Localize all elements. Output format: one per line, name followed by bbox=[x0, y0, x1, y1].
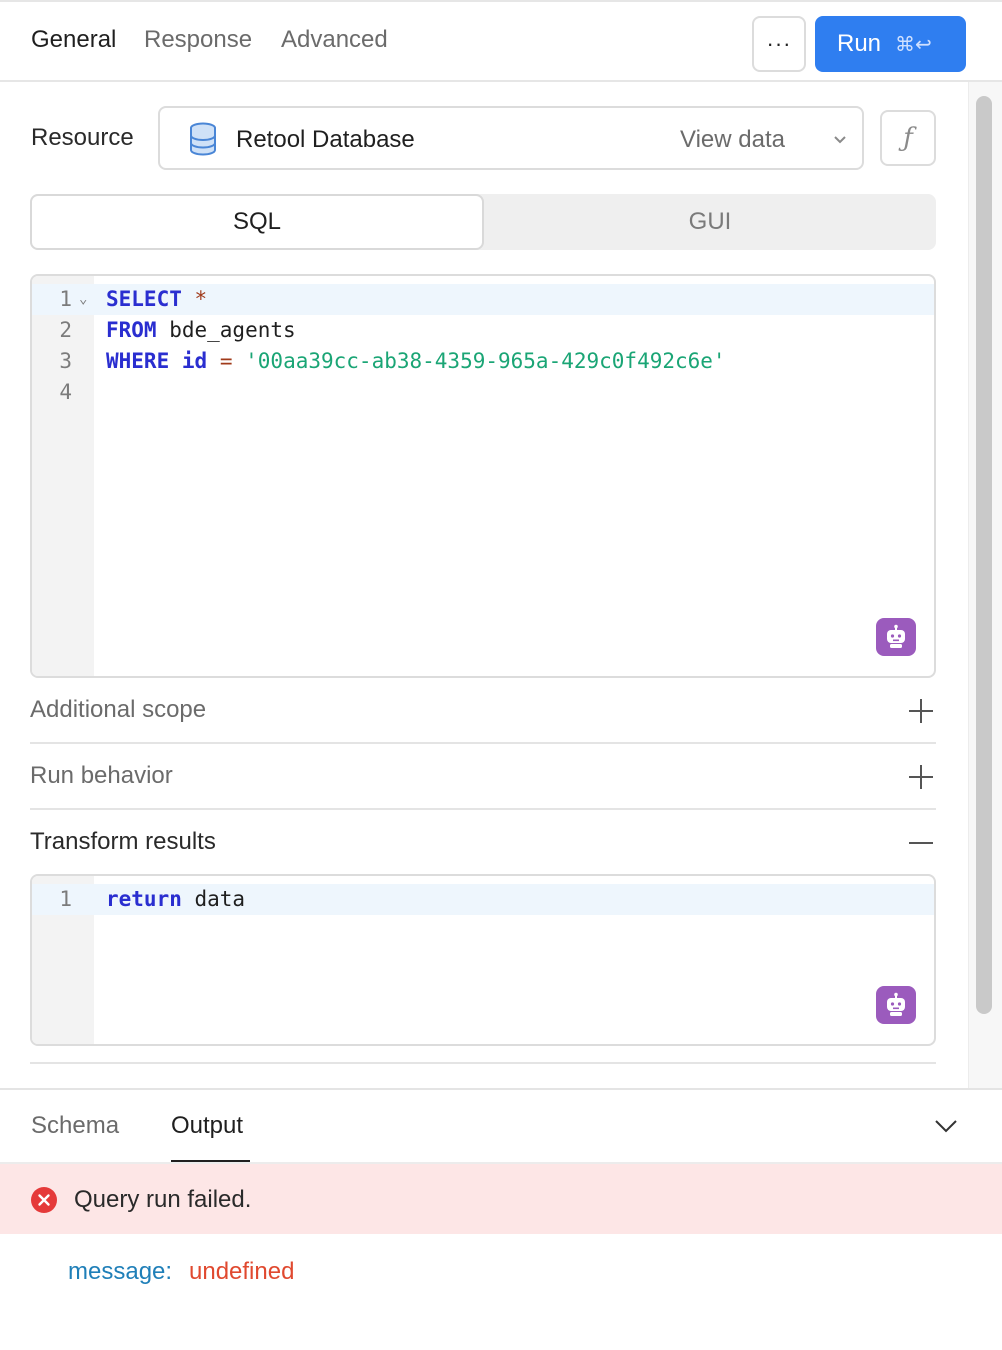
tab-output[interactable]: Output bbox=[171, 1112, 243, 1140]
code-token: * bbox=[194, 287, 208, 311]
code-token: id bbox=[181, 349, 208, 373]
line-number: 4 bbox=[59, 380, 72, 404]
error-message: Query run failed. bbox=[74, 1186, 252, 1213]
robot-icon bbox=[887, 992, 905, 1016]
code-text: WHERE id = '00aa39cc-ab38-4359-965a-429c… bbox=[106, 346, 726, 377]
run-shortcut-icon: ⌘↩ bbox=[895, 32, 932, 56]
resource-name: Retool Database bbox=[236, 126, 415, 153]
scrollbar-thumb[interactable] bbox=[976, 96, 992, 1014]
query-editor-header: General Response Advanced ··· Run ⌘↩ bbox=[0, 0, 1002, 82]
code-text: return data bbox=[106, 884, 245, 915]
mode-gui-button[interactable]: GUI bbox=[484, 194, 936, 250]
ai-assist-icon[interactable] bbox=[876, 618, 916, 656]
function-icon: ƒ bbox=[903, 123, 913, 153]
line-number: 3 bbox=[59, 349, 72, 373]
code-line: 3 WHERE id = '00aa39cc-ab38-4359-965a-42… bbox=[32, 346, 934, 377]
sql-code-editor[interactable]: 1 ⌄ SELECT * 2 FROM bde_agents 3 WHERE i… bbox=[30, 274, 936, 678]
run-behavior-section[interactable]: Run behavior bbox=[30, 744, 936, 810]
run-behavior-label: Run behavior bbox=[30, 762, 173, 789]
tab-schema[interactable]: Schema bbox=[31, 1112, 119, 1140]
code-token: WHERE bbox=[106, 349, 170, 373]
line-number: 1 bbox=[59, 287, 72, 311]
code-line: 4 bbox=[32, 377, 934, 408]
error-icon bbox=[31, 1187, 57, 1213]
code-token: data bbox=[181, 887, 246, 911]
code-token: FROM bbox=[106, 318, 157, 342]
more-options-icon: ··· bbox=[766, 31, 792, 56]
line-number: 2 bbox=[59, 318, 72, 342]
output-key: message: bbox=[68, 1258, 173, 1285]
line-number: 1 bbox=[59, 887, 72, 911]
mode-sql-button[interactable]: SQL bbox=[30, 194, 484, 250]
resource-label: Resource bbox=[31, 124, 134, 151]
ai-assist-icon[interactable] bbox=[876, 986, 916, 1024]
mode-sql-label: SQL bbox=[232, 208, 282, 235]
transform-results-section[interactable]: Transform results bbox=[30, 810, 936, 870]
more-options-button[interactable]: ··· bbox=[752, 16, 806, 72]
chevron-down-icon[interactable] bbox=[934, 1118, 958, 1134]
minus-icon[interactable] bbox=[908, 830, 934, 856]
plus-icon[interactable] bbox=[908, 764, 934, 790]
additional-scope-section[interactable]: Additional scope bbox=[30, 678, 936, 744]
code-text: SELECT * bbox=[106, 284, 207, 315]
code-token: '00aa39cc-ab38-4359-965a-429c0f492c6e' bbox=[245, 349, 726, 373]
view-data-link[interactable]: View data bbox=[680, 126, 785, 154]
code-token: bde_agents bbox=[156, 318, 296, 342]
code-token: = bbox=[219, 349, 233, 373]
fold-chevron-icon[interactable]: ⌄ bbox=[79, 284, 87, 315]
error-banner: Query run failed. bbox=[0, 1164, 1002, 1234]
code-token: SELECT bbox=[106, 287, 182, 311]
code-line: 1 return data bbox=[32, 884, 934, 915]
chevron-down-icon bbox=[834, 136, 846, 144]
results-panel: Schema Output Query run failed. message:… bbox=[0, 1088, 1002, 1350]
resource-dropdown[interactable]: Retool Database View data bbox=[158, 106, 864, 170]
run-button-label: Run bbox=[837, 30, 882, 57]
code-line: 1 ⌄ SELECT * bbox=[32, 284, 934, 315]
mode-toggle: SQL GUI bbox=[30, 194, 936, 250]
code-text: FROM bde_agents bbox=[106, 315, 296, 346]
database-icon bbox=[190, 122, 216, 156]
transform-code-editor[interactable]: 1 return data bbox=[30, 874, 936, 1046]
tab-advanced[interactable]: Advanced bbox=[281, 26, 388, 54]
section-divider bbox=[30, 1062, 936, 1064]
mode-gui-label: GUI bbox=[688, 208, 732, 235]
output-value: undefined bbox=[189, 1258, 295, 1285]
query-config-panel: Resource Retool Database View data ƒ SQL… bbox=[0, 82, 1002, 1088]
tab-general[interactable]: General bbox=[31, 26, 116, 54]
code-token: return bbox=[106, 887, 182, 911]
function-toggle-button[interactable]: ƒ bbox=[880, 110, 936, 166]
robot-icon bbox=[887, 624, 905, 648]
transform-results-label: Transform results bbox=[30, 828, 216, 855]
additional-scope-label: Additional scope bbox=[30, 696, 207, 723]
code-line: 2 FROM bde_agents bbox=[32, 315, 934, 346]
tab-response[interactable]: Response bbox=[144, 26, 252, 54]
plus-icon[interactable] bbox=[908, 698, 934, 724]
run-button[interactable]: Run ⌘↩ bbox=[815, 16, 966, 72]
